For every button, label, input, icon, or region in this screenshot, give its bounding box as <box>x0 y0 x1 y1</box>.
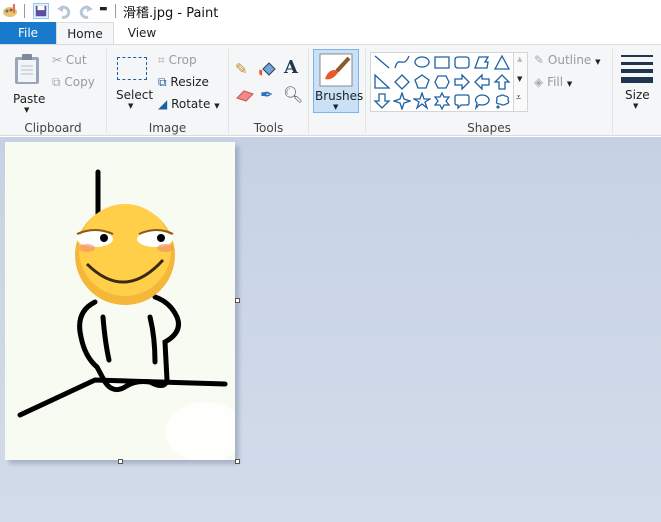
rounded-rectangle-shape-icon[interactable] <box>453 54 471 72</box>
clipboard-group-label: Clipboard <box>24 121 82 135</box>
scroll-up-icon[interactable]: ▲ <box>517 55 522 63</box>
title-bar: ▬ 滑稽.jpg - Paint <box>0 0 661 22</box>
eraser-icon[interactable] <box>236 89 254 103</box>
clipboard-icon <box>15 54 39 84</box>
shapes-gallery <box>370 52 514 112</box>
paint-app-icon[interactable] <box>2 3 18 19</box>
divider <box>308 49 309 133</box>
paste-label: Paste <box>13 92 46 106</box>
resize-handle-corner[interactable] <box>235 459 240 464</box>
outline-button[interactable]: ✎ Outline ▼ <box>534 53 601 67</box>
divider <box>612 49 613 133</box>
resize-icon: ⧉ <box>158 75 167 89</box>
tab-home[interactable]: Home <box>56 22 114 45</box>
rounded-callout-shape-icon[interactable] <box>453 92 471 110</box>
image-group-label: Image <box>148 121 187 135</box>
up-arrow-shape-icon[interactable] <box>493 73 511 91</box>
fill-bucket-icon[interactable] <box>259 60 277 78</box>
text-tool-icon[interactable]: A <box>284 57 298 78</box>
color-picker-icon[interactable]: ✒ <box>260 85 273 104</box>
brushes-label: Brushes <box>315 89 364 103</box>
pentagon-shape-icon[interactable] <box>413 73 431 91</box>
cloud-callout-shape-icon[interactable] <box>493 92 511 110</box>
paste-button[interactable]: Paste ▼ <box>8 49 48 114</box>
rotate-icon: ◢ <box>158 97 168 111</box>
fill-button[interactable]: ◈ Fill ▼ <box>534 75 572 89</box>
select-rectangle-icon <box>117 57 147 80</box>
ribbon: Paste ▼ ✂ Cut ⧉ Copy Clipboard Select ▼ … <box>0 44 661 136</box>
save-icon[interactable] <box>33 3 49 19</box>
rotate-label: Rotate <box>171 97 211 111</box>
magnifier-icon[interactable]: 🔍︎ <box>283 85 303 104</box>
window-title: 滑稽.jpg - Paint <box>123 6 219 21</box>
select-button[interactable]: Select ▼ <box>113 53 154 115</box>
divider <box>24 4 25 18</box>
oval-shape-icon[interactable] <box>413 54 431 72</box>
emoji-drawing <box>17 169 245 462</box>
shapes-group-label: Shapes <box>467 121 511 135</box>
six-point-star-shape-icon[interactable] <box>433 92 451 110</box>
fill-label: Fill <box>547 75 564 89</box>
customize-dropdown-icon[interactable]: ▬ <box>99 4 108 14</box>
five-point-star-shape-icon[interactable] <box>413 92 431 110</box>
chevron-down-icon: ▼ <box>633 102 639 110</box>
resize-handle-right[interactable] <box>235 298 240 303</box>
scroll-down-icon[interactable]: ▼ <box>517 75 522 83</box>
diamond-shape-icon[interactable] <box>393 73 411 91</box>
brushes-button[interactable]: Brushes ▼ <box>313 49 363 113</box>
resize-button[interactable]: ⧉ Resize <box>158 75 209 90</box>
four-point-star-shape-icon[interactable] <box>393 92 411 110</box>
hexagon-shape-icon[interactable] <box>433 73 451 91</box>
tab-file[interactable]: File <box>0 22 56 45</box>
ribbon-tabs: File Home View <box>0 22 661 45</box>
right-arrow-shape-icon[interactable] <box>453 73 471 91</box>
resize-handle-bottom[interactable] <box>118 459 123 464</box>
copy-button[interactable]: ⧉ Copy <box>52 75 95 90</box>
shapes-scrollbar[interactable]: ▲ ▼ ⩡ <box>514 52 528 112</box>
size-label: Size <box>625 88 650 102</box>
select-label: Select <box>116 88 154 102</box>
polygon-shape-icon[interactable] <box>473 54 491 72</box>
fill-bucket-icon: ◈ <box>534 75 544 89</box>
right-triangle-shape-icon[interactable] <box>373 73 391 91</box>
resize-label: Resize <box>170 75 209 89</box>
pencil-icon[interactable]: ✎ <box>235 60 248 78</box>
down-arrow-shape-icon[interactable] <box>373 92 391 110</box>
line-shape-icon[interactable] <box>373 54 391 72</box>
chevron-down-icon: ▼ <box>128 102 134 110</box>
undo-icon[interactable] <box>56 3 72 19</box>
size-button[interactable]: Size ▼ <box>617 49 657 115</box>
scissors-icon: ✂ <box>52 53 63 67</box>
left-arrow-shape-icon[interactable] <box>473 73 491 91</box>
divider <box>115 4 116 18</box>
copy-icon: ⧉ <box>52 75 61 89</box>
triangle-shape-icon[interactable] <box>493 54 511 72</box>
curve-shape-icon[interactable] <box>393 54 411 72</box>
crop-icon: ⌗ <box>158 53 165 67</box>
rotate-button[interactable]: ◢ Rotate ▼ <box>158 97 220 111</box>
image-canvas[interactable] <box>5 142 245 462</box>
redo-icon[interactable] <box>78 3 94 19</box>
outline-pencil-icon: ✎ <box>534 53 545 67</box>
cut-label: Cut <box>65 53 87 67</box>
expand-gallery-icon[interactable]: ⩡ <box>516 93 521 103</box>
brush-icon <box>319 53 353 87</box>
rectangle-shape-icon[interactable] <box>433 54 451 72</box>
tools-group-label: Tools <box>253 121 284 135</box>
oval-callout-shape-icon[interactable] <box>473 92 491 110</box>
crop-label: Crop <box>168 53 197 67</box>
chevron-down-icon: ▼ <box>24 106 30 114</box>
copy-label: Copy <box>64 75 95 89</box>
chevron-down-icon: ▼ <box>333 103 339 111</box>
crop-button[interactable]: ⌗ Crop <box>158 53 197 68</box>
tab-view[interactable]: View <box>114 22 170 45</box>
outline-label: Outline <box>547 53 592 67</box>
cut-button[interactable]: ✂ Cut <box>52 53 87 67</box>
